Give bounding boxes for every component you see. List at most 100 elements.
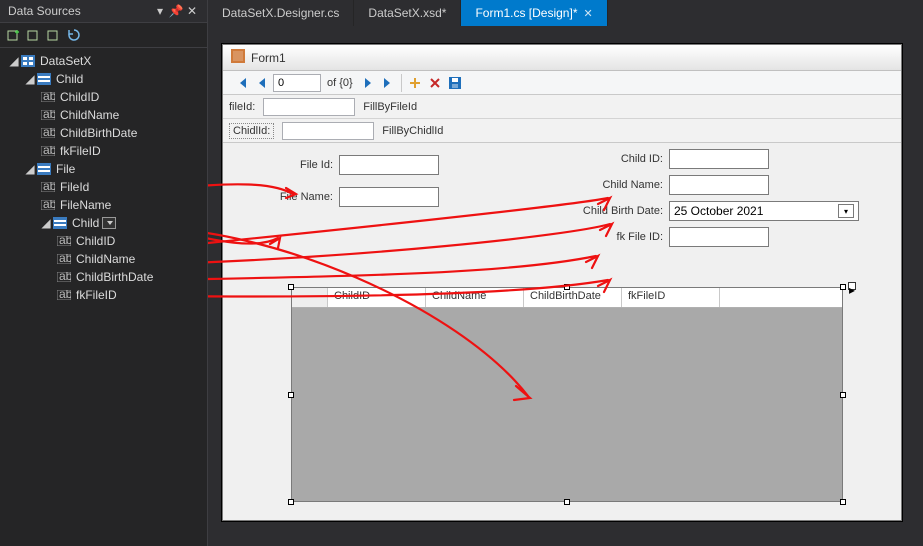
form-icon xyxy=(231,49,245,66)
input-childid[interactable] xyxy=(669,149,769,169)
svg-text:abl: abl xyxy=(59,236,71,246)
column-icon: abl xyxy=(56,234,72,248)
input-filename[interactable] xyxy=(339,187,439,207)
column-icon: abl xyxy=(40,144,56,158)
fill-toolstrip-2: ChidlId: FillByChidlId xyxy=(223,119,901,143)
tree-node-child[interactable]: ◢Child xyxy=(0,70,207,88)
calendar-dropdown-icon[interactable]: ▾ xyxy=(838,204,854,218)
input-childname[interactable] xyxy=(669,175,769,195)
dropdown-icon[interactable]: ▾ xyxy=(153,4,167,18)
label-childname: Child Name: xyxy=(583,179,663,191)
edit-dataset-icon[interactable] xyxy=(46,27,62,43)
table-icon xyxy=(52,216,68,230)
tree-node-file[interactable]: ◢File xyxy=(0,160,207,178)
table-icon xyxy=(36,72,52,86)
editor-area: DataSetX.Designer.cs DataSetX.xsd* Form1… xyxy=(208,0,923,546)
nav-count-label: of {0} xyxy=(323,77,357,89)
svg-text:abl: abl xyxy=(59,272,71,282)
form-title-text: Form1 xyxy=(251,51,286,65)
panel-title-text: Data Sources xyxy=(8,4,81,18)
smart-tag-icon[interactable]: ▸ xyxy=(848,282,856,290)
add-source-icon[interactable] xyxy=(6,27,22,43)
input-fileid[interactable] xyxy=(339,155,439,175)
data-sources-panel: Data Sources ▾ 📌 ✕ ◢DataSetX ◢Child ablC… xyxy=(0,0,208,546)
fill2-button[interactable]: FillByChidlId xyxy=(382,125,443,137)
label-filename: File Name: xyxy=(253,191,333,203)
column-icon: abl xyxy=(56,288,72,302)
field-filename: File Name: xyxy=(253,187,439,207)
link-icon[interactable] xyxy=(26,27,42,43)
input-childbirthdate[interactable]: 25 October 2021▾ xyxy=(669,201,859,221)
fill1-button[interactable]: FillByFileId xyxy=(363,101,417,113)
fill-toolstrip-1: fileId: FillByFileId xyxy=(223,95,901,119)
tree-node-col[interactable]: ablFileName xyxy=(0,196,207,214)
dropdown-icon[interactable] xyxy=(102,217,116,229)
svg-text:abl: abl xyxy=(43,182,55,192)
tree-node-col[interactable]: ablfkFileID xyxy=(0,142,207,160)
column-icon: abl xyxy=(40,90,56,104)
field-fkfileid: fk File ID: xyxy=(603,227,769,247)
svg-text:abl: abl xyxy=(43,200,55,210)
nav-delete-icon[interactable] xyxy=(426,74,444,92)
tree-node-col[interactable]: ablfkFileID xyxy=(0,286,207,304)
form-window: Form1 of {0} fileId: FillByFileId xyxy=(222,44,902,521)
input-fkfileid[interactable] xyxy=(669,227,769,247)
form-body: File Id: File Name: Child ID: Child Name… xyxy=(223,143,901,520)
grid-col-header[interactable]: fkFileID xyxy=(622,288,720,307)
fill2-label: ChidlId: xyxy=(229,123,274,139)
datagridview[interactable]: ChildID ChildName ChildBirthDate fkFileI… xyxy=(291,287,843,502)
tree-node-col[interactable]: ablChildBirthDate xyxy=(0,268,207,286)
field-fileid: File Id: xyxy=(273,155,439,175)
tab-form-design[interactable]: Form1.cs [Design]*✕ xyxy=(461,0,607,26)
tab-designer-cs[interactable]: DataSetX.Designer.cs xyxy=(208,0,354,26)
tree-node-child-nested[interactable]: ◢Child xyxy=(0,214,207,232)
pin-icon[interactable]: 📌 xyxy=(169,4,183,18)
tree-node-col[interactable]: ablChildName xyxy=(0,106,207,124)
column-icon: abl xyxy=(40,198,56,212)
tree-node-col[interactable]: ablChildID xyxy=(0,88,207,106)
grid-col-header[interactable]: ChildBirthDate xyxy=(524,288,622,307)
svg-text:abl: abl xyxy=(43,92,55,102)
close-icon[interactable]: ✕ xyxy=(583,7,592,20)
svg-text:abl: abl xyxy=(59,290,71,300)
nav-next-icon[interactable] xyxy=(359,74,377,92)
nav-save-icon[interactable] xyxy=(446,74,464,92)
nav-last-icon[interactable] xyxy=(379,74,397,92)
field-childname: Child Name: xyxy=(583,175,769,195)
tree-node-col[interactable]: ablChildID xyxy=(0,232,207,250)
refresh-icon[interactable] xyxy=(66,27,82,43)
nav-add-icon[interactable] xyxy=(406,74,424,92)
svg-text:abl: abl xyxy=(59,254,71,264)
svg-text:abl: abl xyxy=(43,110,55,120)
column-icon: abl xyxy=(56,270,72,284)
panel-title-bar: Data Sources ▾ 📌 ✕ xyxy=(0,0,207,23)
column-icon: abl xyxy=(40,180,56,194)
field-childid: Child ID: xyxy=(603,149,769,169)
designer-canvas[interactable]: Form1 of {0} fileId: FillByFileId xyxy=(208,26,923,546)
fill1-input[interactable] xyxy=(263,98,355,116)
data-sources-tree: ◢DataSetX ◢Child ablChildID ablChildName… xyxy=(0,48,207,308)
tree-node-dataset[interactable]: ◢DataSetX xyxy=(0,52,207,70)
nav-first-icon[interactable] xyxy=(233,74,251,92)
label-childid: Child ID: xyxy=(603,153,663,165)
nav-position-input[interactable] xyxy=(273,74,321,92)
form-titlebar: Form1 xyxy=(223,45,901,71)
grid-col-header[interactable]: ChildName xyxy=(426,288,524,307)
tree-node-col[interactable]: ablFileId xyxy=(0,178,207,196)
tab-xsd[interactable]: DataSetX.xsd* xyxy=(354,0,461,26)
svg-text:abl: abl xyxy=(43,146,55,156)
grid-col-header[interactable]: ChildID xyxy=(328,288,426,307)
label-fileid: File Id: xyxy=(273,159,333,171)
tree-node-col[interactable]: ablChildBirthDate xyxy=(0,124,207,142)
svg-text:abl: abl xyxy=(43,128,55,138)
close-icon[interactable]: ✕ xyxy=(185,4,199,18)
label-childbirth: Child Birth Date: xyxy=(563,205,663,217)
grid-corner[interactable] xyxy=(292,288,328,307)
document-tabs: DataSetX.Designer.cs DataSetX.xsd* Form1… xyxy=(208,0,923,26)
column-icon: abl xyxy=(56,252,72,266)
nav-prev-icon[interactable] xyxy=(253,74,271,92)
fill2-input[interactable] xyxy=(282,122,374,140)
panel-toolbar xyxy=(0,23,207,48)
tree-node-col[interactable]: ablChildName xyxy=(0,250,207,268)
column-icon: abl xyxy=(40,126,56,140)
